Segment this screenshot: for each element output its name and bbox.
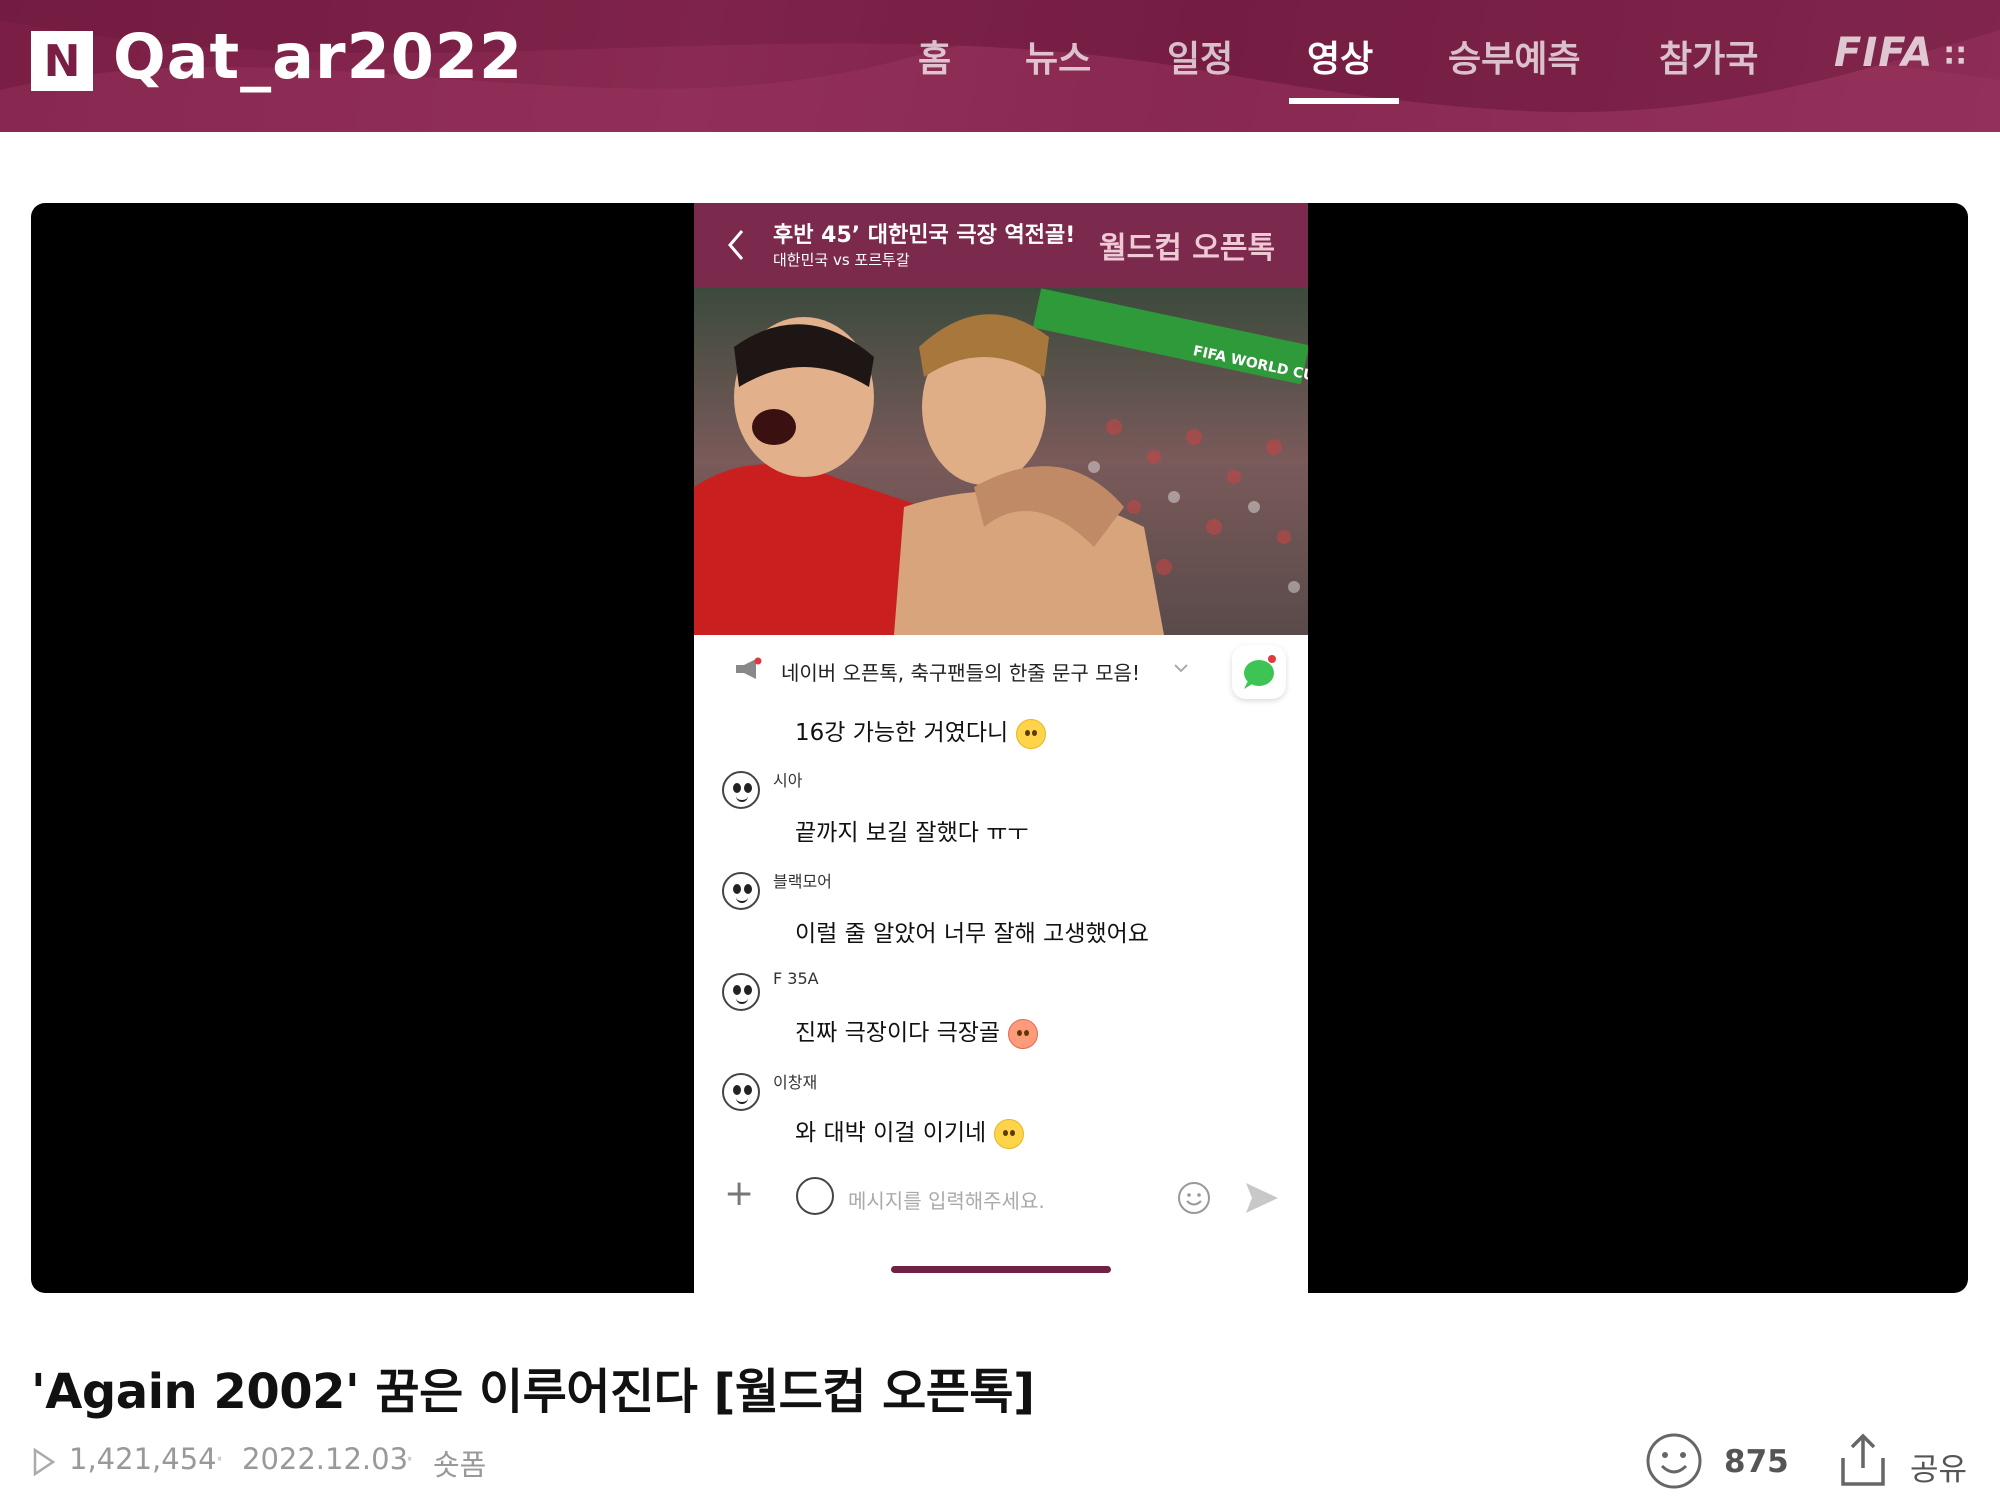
avatar[interactable]: [722, 771, 760, 809]
upload-date: 2022.12.03: [242, 1442, 409, 1476]
message-text: 와 대박 이걸 이기네: [795, 1113, 1025, 1149]
share-icon[interactable]: [1838, 1432, 1888, 1488]
nav-prediction[interactable]: 승부예측: [1448, 30, 1580, 82]
avatar[interactable]: [722, 973, 760, 1011]
send-icon[interactable]: [1244, 1181, 1280, 1215]
message-nick: 블랙모어: [773, 872, 832, 891]
message-input-bar: + 메시지를 입력해주세요.: [694, 1165, 1308, 1225]
message-text: 이럴 줄 알았어 너무 잘해 고생했어요: [795, 921, 1149, 947]
message-text: 끝까지 보길 잘했다 ㅠㅜ: [795, 820, 1029, 846]
phone-title: 후반 45’ 대한민국 극장 역전골!: [773, 223, 1076, 248]
smiley-icon[interactable]: [1177, 1181, 1211, 1215]
meta-separator: ·: [215, 1442, 225, 1476]
nav-news[interactable]: 뉴스: [1025, 30, 1091, 82]
video-title: 'Again 2002' 꿈은 이루어진다 [월드컵 오픈톡]: [31, 1364, 1035, 1420]
avatar[interactable]: [722, 1073, 760, 1111]
message-text: 진짜 극장이다 극장골: [795, 1013, 1039, 1049]
fifa-label: FIFA: [1834, 30, 1934, 76]
back-chevron-icon: [728, 230, 744, 260]
match-photo: FIFA WORLD CUP Qa: [694, 287, 1308, 635]
avatar: [796, 1177, 834, 1215]
reaction-smile-icon[interactable]: [1645, 1432, 1703, 1490]
top-header: N Qat_ar2022 홈 뉴스 일정 영상 승부예측 참가국 FIFA ∷: [0, 0, 2000, 132]
emoji-icon: [1016, 718, 1047, 749]
avatar[interactable]: [722, 872, 760, 910]
message-nick: F 35A: [773, 969, 819, 988]
view-count: 1,421,454: [69, 1442, 217, 1476]
notice-text: 네이버 오픈톡, 축구팬들의 한줄 문구 모음!: [781, 661, 1140, 685]
megaphone-icon: [736, 657, 762, 679]
nav-video[interactable]: 영상: [1307, 30, 1373, 82]
active-tab-indicator: [1289, 98, 1399, 104]
main-nav: 홈 뉴스 일정 영상 승부예측 참가국: [0, 0, 2000, 132]
nav-home[interactable]: 홈: [918, 30, 951, 82]
notice-bar[interactable]: 네이버 오픈톡, 축구팬들의 한줄 문구 모음!: [694, 635, 1308, 701]
nav-schedule[interactable]: 일정: [1167, 30, 1233, 82]
phone-brand: 월드컵 오픈톡: [1099, 231, 1276, 266]
play-icon: [33, 1447, 56, 1477]
emoji-icon: [994, 1118, 1025, 1149]
nav-teams[interactable]: 참가국: [1659, 30, 1758, 82]
message-text: 16강 가능한 거였다니: [795, 713, 1047, 749]
reaction-count: 875: [1724, 1444, 1789, 1480]
message-nick: 시아: [773, 771, 803, 790]
meta-separator: ·: [405, 1442, 415, 1476]
phone-subtitle: 대한민국 vs 포르투갈: [773, 251, 910, 269]
chevron-down-icon: [1174, 664, 1188, 673]
emoji-icon: [1008, 1018, 1039, 1049]
share-button[interactable]: 공유: [1910, 1444, 1967, 1489]
message-nick: 이창재: [773, 1073, 818, 1092]
fifa-dots-icon: ∷: [1933, 39, 1967, 74]
fifa-logo[interactable]: FIFA ∷: [1834, 30, 1967, 76]
chat-icon[interactable]: [1232, 645, 1286, 699]
phone-screen: 후반 45’ 대한민국 극장 역전골! 대한민국 vs 포르투갈 월드컵 오픈톡…: [694, 203, 1308, 1293]
video-category[interactable]: 숏폼: [433, 1442, 486, 1484]
phone-header: 후반 45’ 대한민국 극장 역전골! 대한민국 vs 포르투갈 월드컵 오픈톡: [694, 203, 1308, 287]
message-input[interactable]: 메시지를 입력해주세요.: [848, 1185, 1045, 1214]
video-player[interactable]: 후반 45’ 대한민국 극장 역전골! 대한민국 vs 포르투갈 월드컵 오픈톡…: [31, 203, 1968, 1293]
plus-icon[interactable]: +: [724, 1173, 754, 1214]
home-indicator: [891, 1266, 1111, 1273]
